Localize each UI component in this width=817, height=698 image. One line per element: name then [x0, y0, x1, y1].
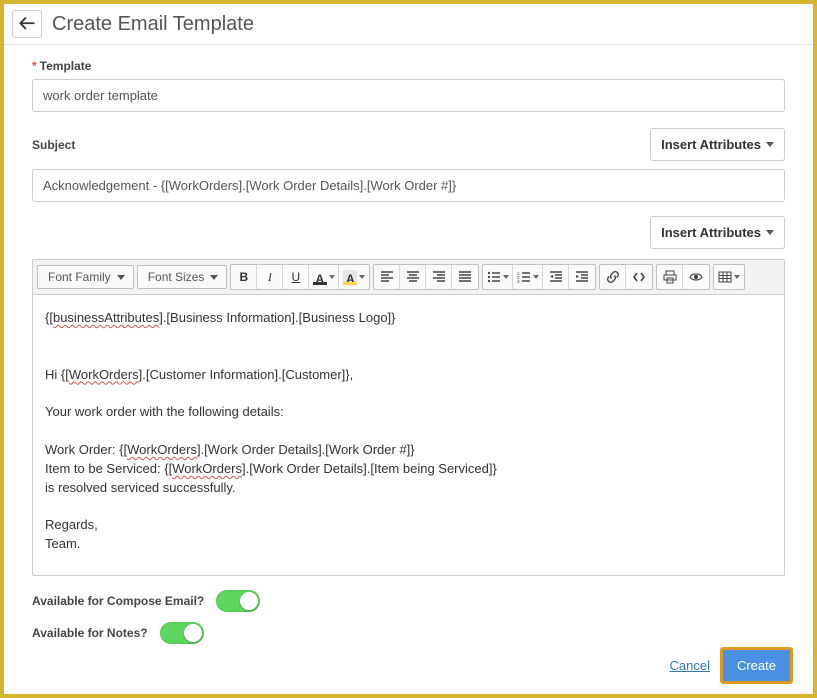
- notes-label: Available for Notes?: [32, 626, 148, 640]
- align-center-button[interactable]: [400, 265, 426, 289]
- number-list-button[interactable]: 123: [513, 265, 543, 289]
- chevron-down-icon: [766, 230, 774, 235]
- font-family-select[interactable]: Font Family: [37, 265, 134, 289]
- align-justify-icon: [458, 270, 472, 284]
- insert-attributes-subject-button[interactable]: Insert Attributes: [650, 128, 785, 161]
- footer-actions: Cancel Create: [670, 647, 794, 684]
- insert-attributes-label: Insert Attributes: [661, 225, 761, 240]
- notes-toggle[interactable]: [160, 622, 204, 644]
- print-icon: [663, 270, 677, 284]
- header: Create Email Template: [4, 4, 813, 45]
- create-button[interactable]: Create: [723, 650, 790, 681]
- align-justify-button[interactable]: [452, 265, 478, 289]
- subject-input[interactable]: [32, 169, 785, 202]
- template-label: *Template: [32, 59, 785, 73]
- compose-email-toggle[interactable]: [216, 590, 260, 612]
- chevron-down-icon: [734, 275, 740, 279]
- compose-email-label: Available for Compose Email?: [32, 594, 204, 608]
- link-icon: [606, 270, 620, 284]
- text-color-icon: A: [313, 270, 327, 284]
- indent-icon: [575, 270, 589, 284]
- italic-button[interactable]: I: [257, 265, 283, 289]
- insert-attributes-label: Insert Attributes: [661, 137, 761, 152]
- chevron-down-icon: [766, 142, 774, 147]
- code-button[interactable]: [626, 265, 652, 289]
- outdent-button[interactable]: [543, 265, 569, 289]
- editor-toolbar: Font Family Font Sizes B I U A A: [33, 260, 784, 295]
- chevron-down-icon: [359, 275, 365, 279]
- chevron-down-icon: [503, 275, 509, 279]
- eye-icon: [689, 270, 703, 284]
- svg-text:3: 3: [517, 279, 520, 284]
- outdent-icon: [549, 270, 563, 284]
- align-right-button[interactable]: [426, 265, 452, 289]
- template-name-input[interactable]: [32, 79, 785, 112]
- align-right-icon: [432, 270, 446, 284]
- chevron-down-icon: [329, 275, 335, 279]
- bullet-list-button[interactable]: [483, 265, 513, 289]
- table-button[interactable]: [714, 265, 744, 289]
- subject-label: Subject: [32, 138, 75, 152]
- align-center-icon: [406, 270, 420, 284]
- insert-attributes-body-button[interactable]: Insert Attributes: [650, 216, 785, 249]
- bg-color-button[interactable]: A: [339, 265, 369, 289]
- align-left-icon: [380, 270, 394, 284]
- link-button[interactable]: [600, 265, 626, 289]
- code-icon: [632, 270, 646, 284]
- indent-button[interactable]: [569, 265, 595, 289]
- editor-content[interactable]: {[businessAttributes].[Business Informat…: [33, 295, 784, 575]
- create-button-highlight: Create: [720, 647, 793, 684]
- align-left-button[interactable]: [374, 265, 400, 289]
- text-color-button[interactable]: A: [309, 265, 339, 289]
- rich-text-editor: Font Family Font Sizes B I U A A: [32, 259, 785, 576]
- underline-button[interactable]: U: [283, 265, 309, 289]
- font-size-select[interactable]: Font Sizes: [137, 265, 228, 289]
- print-button[interactable]: [657, 265, 683, 289]
- back-button[interactable]: [12, 10, 42, 38]
- back-arrow-icon: [18, 15, 36, 33]
- bg-color-icon: A: [343, 270, 357, 284]
- cancel-link[interactable]: Cancel: [670, 658, 710, 673]
- chevron-down-icon: [210, 275, 218, 280]
- preview-button[interactable]: [683, 265, 709, 289]
- bold-button[interactable]: B: [231, 265, 257, 289]
- table-icon: [718, 270, 732, 284]
- chevron-down-icon: [533, 275, 539, 279]
- page-title: Create Email Template: [52, 13, 254, 36]
- number-list-icon: 123: [517, 270, 531, 284]
- chevron-down-icon: [117, 275, 125, 280]
- bullet-list-icon: [487, 270, 501, 284]
